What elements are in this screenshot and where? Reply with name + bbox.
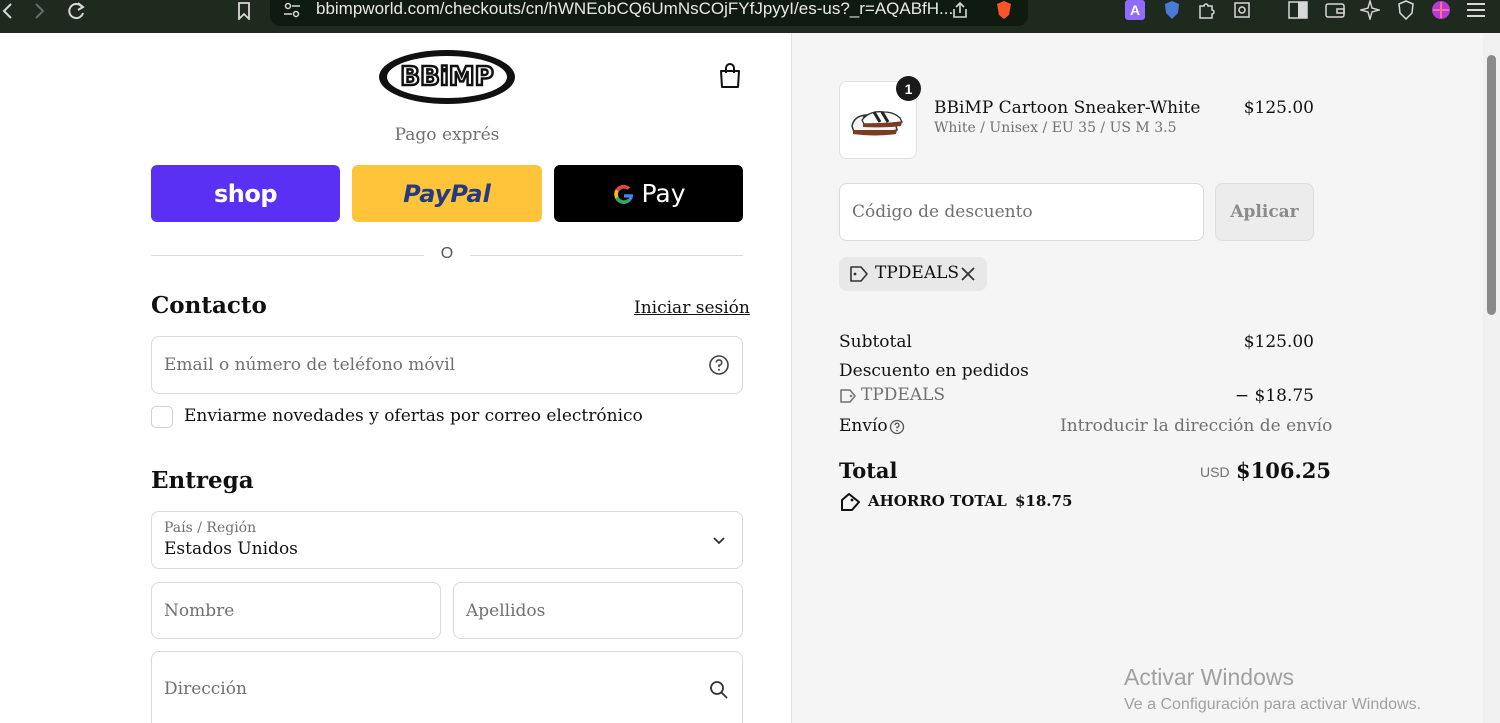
tag-icon <box>849 265 869 287</box>
reload-icon[interactable] <box>64 0 88 22</box>
shop-pay-label: shop <box>213 179 278 208</box>
product-variant: White / Unisex / EU 35 / US M 3.5 <box>934 120 1177 136</box>
shipping-value: Introducir la dirección de envío <box>1060 416 1333 436</box>
applied-discount-code: TPDEALS <box>875 263 960 283</box>
first-name-field[interactable]: Nombre <box>151 582 441 639</box>
address-placeholder: Dirección <box>164 679 247 699</box>
express-checkout-label: Pago exprés <box>394 125 500 145</box>
apply-discount-button[interactable]: Aplicar <box>1215 183 1314 241</box>
divider-left <box>151 255 424 256</box>
newsletter-checkbox[interactable] <box>151 406 173 428</box>
back-icon[interactable] <box>0 0 14 22</box>
product-price: $125.00 <box>1243 98 1314 118</box>
delivery-heading: Entrega <box>151 467 254 494</box>
total-value: $106.25 <box>1236 458 1331 483</box>
reader-icon[interactable] <box>1232 0 1252 20</box>
last-name-field[interactable]: Apellidos <box>453 582 743 639</box>
country-select[interactable]: País / Región Estados Unidos <box>151 511 743 569</box>
puzzle-icon[interactable] <box>1197 0 1217 20</box>
profile-icon[interactable] <box>1431 0 1451 20</box>
paypal-button[interactable]: PayPal <box>352 165 542 222</box>
google-pay-button[interactable]: Pay <box>554 165 743 222</box>
site-settings-icon[interactable] <box>282 0 302 20</box>
order-discount-value: − $18.75 <box>1234 386 1314 406</box>
forward-icon[interactable] <box>32 0 48 22</box>
translate-extension-icon[interactable]: A <box>1125 0 1145 20</box>
subtotal-value: $125.00 <box>1243 332 1314 352</box>
chevron-down-icon <box>708 529 730 551</box>
discount-tag-icon <box>839 388 857 408</box>
savings-label: AHORRO TOTAL <box>868 492 1007 510</box>
country-label: País / Región <box>164 520 257 536</box>
bookmark-icon[interactable] <box>234 0 254 22</box>
shield-extension-icon[interactable] <box>1162 0 1182 20</box>
contact-heading: Contacto <box>151 292 267 319</box>
order-discount-label: Descuento en pedidos <box>839 361 1029 381</box>
ai-sparkle-icon[interactable] <box>1360 0 1380 20</box>
total-label: Total <box>839 458 898 483</box>
help-icon[interactable] <box>708 354 730 376</box>
wallet-icon[interactable] <box>1325 0 1345 20</box>
quantity-badge: 1 <box>896 76 921 101</box>
url-text[interactable]: bbimpworld.com/checkouts/cn/hWNEobCQ6UmN… <box>316 0 953 18</box>
windows-activation-title: Activar Windows <box>1124 664 1294 690</box>
savings-tag-icon <box>839 492 861 516</box>
address-field[interactable]: Dirección <box>151 651 743 723</box>
discount-placeholder: Código de descuento <box>852 202 1033 222</box>
windows-activation-subtitle: Ve a Configuración para activar Windows. <box>1124 696 1422 713</box>
shop-pay-button[interactable]: shop <box>151 165 340 222</box>
menu-icon[interactable] <box>1466 0 1486 20</box>
product-name: BBiMP Cartoon Sneaker-White <box>934 98 1201 118</box>
email-placeholder: Email o número de teléfono móvil <box>164 355 456 375</box>
page-scrollbar[interactable] <box>1483 33 1500 723</box>
last-name-placeholder: Apellidos <box>466 600 546 621</box>
discount-code-input[interactable]: Código de descuento <box>839 183 1204 241</box>
total-currency: USD <box>1200 464 1230 480</box>
login-link[interactable]: Iniciar sesión <box>634 298 750 318</box>
google-pay-label: Pay <box>641 179 686 208</box>
paypal-label: PayPal <box>403 179 491 208</box>
brand-logo-text: BBiMP <box>400 62 493 92</box>
country-value: Estados Unidos <box>164 539 298 559</box>
applied-discount-chip: TPDEALS <box>839 257 987 291</box>
brand-logo[interactable]: BBiMP <box>377 47 517 107</box>
divider-right <box>470 255 743 256</box>
first-name-placeholder: Nombre <box>164 600 235 621</box>
shipping-help-icon[interactable] <box>889 419 905 439</box>
shopping-bag-icon[interactable] <box>717 62 743 90</box>
savings-value: $18.75 <box>1015 492 1073 510</box>
scrollbar-thumb[interactable] <box>1487 55 1496 315</box>
sidebar-icon[interactable] <box>1288 0 1308 20</box>
subtotal-label: Subtotal <box>839 332 912 352</box>
browser-toolbar: bbimpworld.com/checkouts/cn/hWNEobCQ6UmN… <box>0 0 1500 33</box>
divider-text: O <box>440 245 454 262</box>
order-discount-code: TPDEALS <box>861 385 946 405</box>
vpn-icon[interactable] <box>1396 0 1416 20</box>
shipping-label: Envío <box>839 416 888 436</box>
newsletter-label[interactable]: Enviarme novedades y ofertas por correo … <box>184 406 643 426</box>
search-icon <box>708 679 730 701</box>
google-g-icon <box>614 184 634 204</box>
share-icon[interactable] <box>950 0 970 20</box>
close-icon[interactable] <box>959 265 977 287</box>
address-bar[interactable]: bbimpworld.com/checkouts/cn/hWNEobCQ6UmN… <box>270 0 1028 26</box>
brave-shield-icon[interactable] <box>994 0 1014 20</box>
email-field[interactable]: Email o número de teléfono móvil <box>151 336 743 394</box>
